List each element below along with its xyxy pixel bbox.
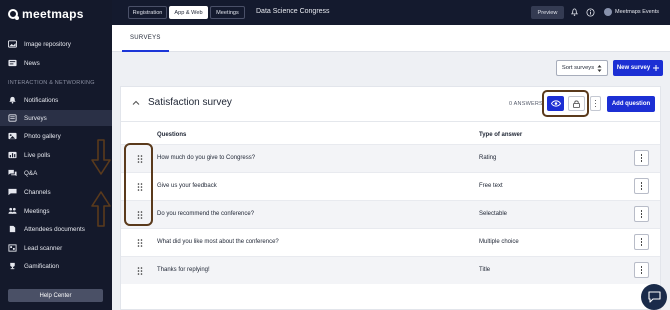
answer-type: Title	[479, 267, 491, 273]
logo-icon	[8, 9, 19, 20]
preview-button[interactable]: Preview	[531, 6, 564, 19]
table-row[interactable]: Do you recommend the conference? Selecta…	[121, 200, 660, 228]
kebab-icon	[640, 210, 643, 218]
new-survey-button[interactable]: New survey	[613, 60, 663, 76]
question-options-button[interactable]	[634, 206, 649, 222]
tab-registration[interactable]: Registration	[128, 6, 167, 19]
trophy-icon	[8, 262, 17, 270]
divider	[121, 121, 660, 122]
sidebar-item-label: Lead scanner	[24, 244, 63, 252]
sidebar-item-label: Q&A	[24, 169, 38, 177]
answer-type: Free text	[479, 183, 503, 189]
sidebar-section-label: INTERACTION & NETWORKING	[8, 80, 95, 86]
sub-tabs: SURVEYS	[112, 25, 670, 52]
sort-surveys-button[interactable]: Sort surveys	[556, 60, 608, 76]
question-options-button[interactable]	[634, 150, 649, 166]
sort-label: Sort surveys	[561, 65, 595, 71]
answer-type: Selectable	[479, 211, 508, 217]
bell-icon[interactable]	[570, 8, 579, 17]
sidebar-item-news[interactable]: News	[0, 55, 112, 71]
sidebar-item-label: News	[24, 59, 40, 67]
new-survey-label: New survey	[616, 65, 651, 71]
lock-button[interactable]	[568, 96, 585, 111]
meetings-icon	[8, 207, 17, 215]
bell-icon	[8, 96, 17, 104]
info-icon[interactable]	[586, 8, 595, 17]
table-row[interactable]: Give us your feedback Free text	[121, 172, 660, 200]
add-question-button[interactable]: Add question	[607, 96, 655, 112]
table-row[interactable]: How much do you give to Congress? Rating	[121, 144, 660, 172]
sidebar-item-gamification[interactable]: Gamification	[0, 258, 112, 274]
kebab-icon	[640, 266, 643, 274]
chevron-up-icon[interactable]	[132, 99, 140, 107]
question-options-button[interactable]	[634, 234, 649, 250]
chat-icon	[647, 291, 661, 303]
sidebar-item-label: Attendees documents	[24, 225, 85, 233]
survey-card: Satisfaction survey 0 ANSWERS Add questi…	[120, 86, 661, 310]
avatar[interactable]	[604, 8, 612, 16]
sidebar-item-label: Image repository	[24, 40, 71, 48]
sidebar-item-label: Surveys	[24, 114, 47, 122]
table-row[interactable]: Thanks for replying! Title	[121, 256, 660, 284]
top-bar: Registration App & Web Meetings Data Sci…	[112, 0, 670, 25]
sidebar-item-label: Photo gallery	[24, 132, 61, 140]
answer-type: Rating	[479, 155, 497, 161]
question-text: Give us your feedback	[157, 183, 217, 189]
sort-icon	[597, 64, 602, 72]
sidebar-item-label: Live polls	[24, 151, 51, 159]
table-row[interactable]: What did you like most about the confere…	[121, 228, 660, 256]
survey-icon	[8, 114, 17, 122]
plus-icon	[653, 65, 660, 71]
poll-icon	[8, 151, 17, 159]
question-text: Thanks for replying!	[157, 267, 210, 273]
kebab-icon	[640, 182, 643, 190]
sidebar-item-lead-scanner[interactable]: Lead scanner	[0, 240, 112, 256]
kebab-icon	[640, 238, 643, 246]
tab-app-web[interactable]: App & Web	[169, 6, 208, 19]
lock-icon	[573, 100, 580, 108]
question-options-button[interactable]	[634, 178, 649, 194]
brand-name: meetmaps	[22, 7, 84, 21]
question-text: Do you recommend the conference?	[157, 211, 255, 217]
help-center-button[interactable]: Help Center	[8, 289, 103, 302]
tab-surveys[interactable]: SURVEYS	[122, 25, 169, 52]
question-text: How much do you give to Congress?	[157, 155, 256, 161]
sidebar-item-label: Meetings	[24, 207, 50, 215]
survey-options-button[interactable]	[590, 96, 601, 111]
sidebar-item-label: Channels	[24, 188, 51, 196]
visibility-toggle-button[interactable]	[547, 96, 564, 111]
news-icon	[8, 59, 17, 67]
annotation-drag-highlight	[124, 143, 153, 226]
sidebar-item-notifications[interactable]: Notifications	[0, 92, 112, 108]
channels-icon	[8, 188, 17, 196]
survey-title: Satisfaction survey	[148, 97, 232, 108]
drag-handle-icon[interactable]	[137, 267, 143, 275]
sidebar-item-label: Notifications	[24, 96, 59, 104]
sidebar-item-surveys[interactable]: Surveys	[0, 110, 112, 126]
scanner-icon	[8, 244, 17, 252]
answer-type: Multiple choice	[479, 239, 519, 245]
kebab-icon	[594, 99, 597, 108]
eye-icon	[550, 100, 561, 107]
question-options-button[interactable]	[634, 262, 649, 278]
sidebar-item-image-repository[interactable]: Image repository	[0, 36, 112, 52]
sidebar-item-label: Gamification	[24, 262, 59, 270]
document-icon	[8, 225, 17, 233]
image-icon	[8, 40, 17, 48]
drag-handle-icon[interactable]	[137, 239, 143, 247]
column-header-questions: Questions	[157, 132, 187, 138]
tab-meetings[interactable]: Meetings	[210, 6, 245, 19]
drag-arrows-icon	[91, 139, 111, 227]
column-header-type: Type of answer	[479, 132, 523, 138]
chat-button[interactable]	[641, 284, 667, 310]
answers-count: 0 ANSWERS	[509, 101, 543, 107]
event-title: Data Science Congress	[256, 8, 330, 15]
brand-logo[interactable]: meetmaps	[8, 6, 84, 22]
question-text: What did you like most about the confere…	[157, 239, 279, 245]
kebab-icon	[640, 154, 643, 162]
photo-icon	[8, 132, 17, 140]
user-name[interactable]: Meetmaps Events	[615, 9, 659, 15]
qa-icon	[8, 169, 17, 177]
